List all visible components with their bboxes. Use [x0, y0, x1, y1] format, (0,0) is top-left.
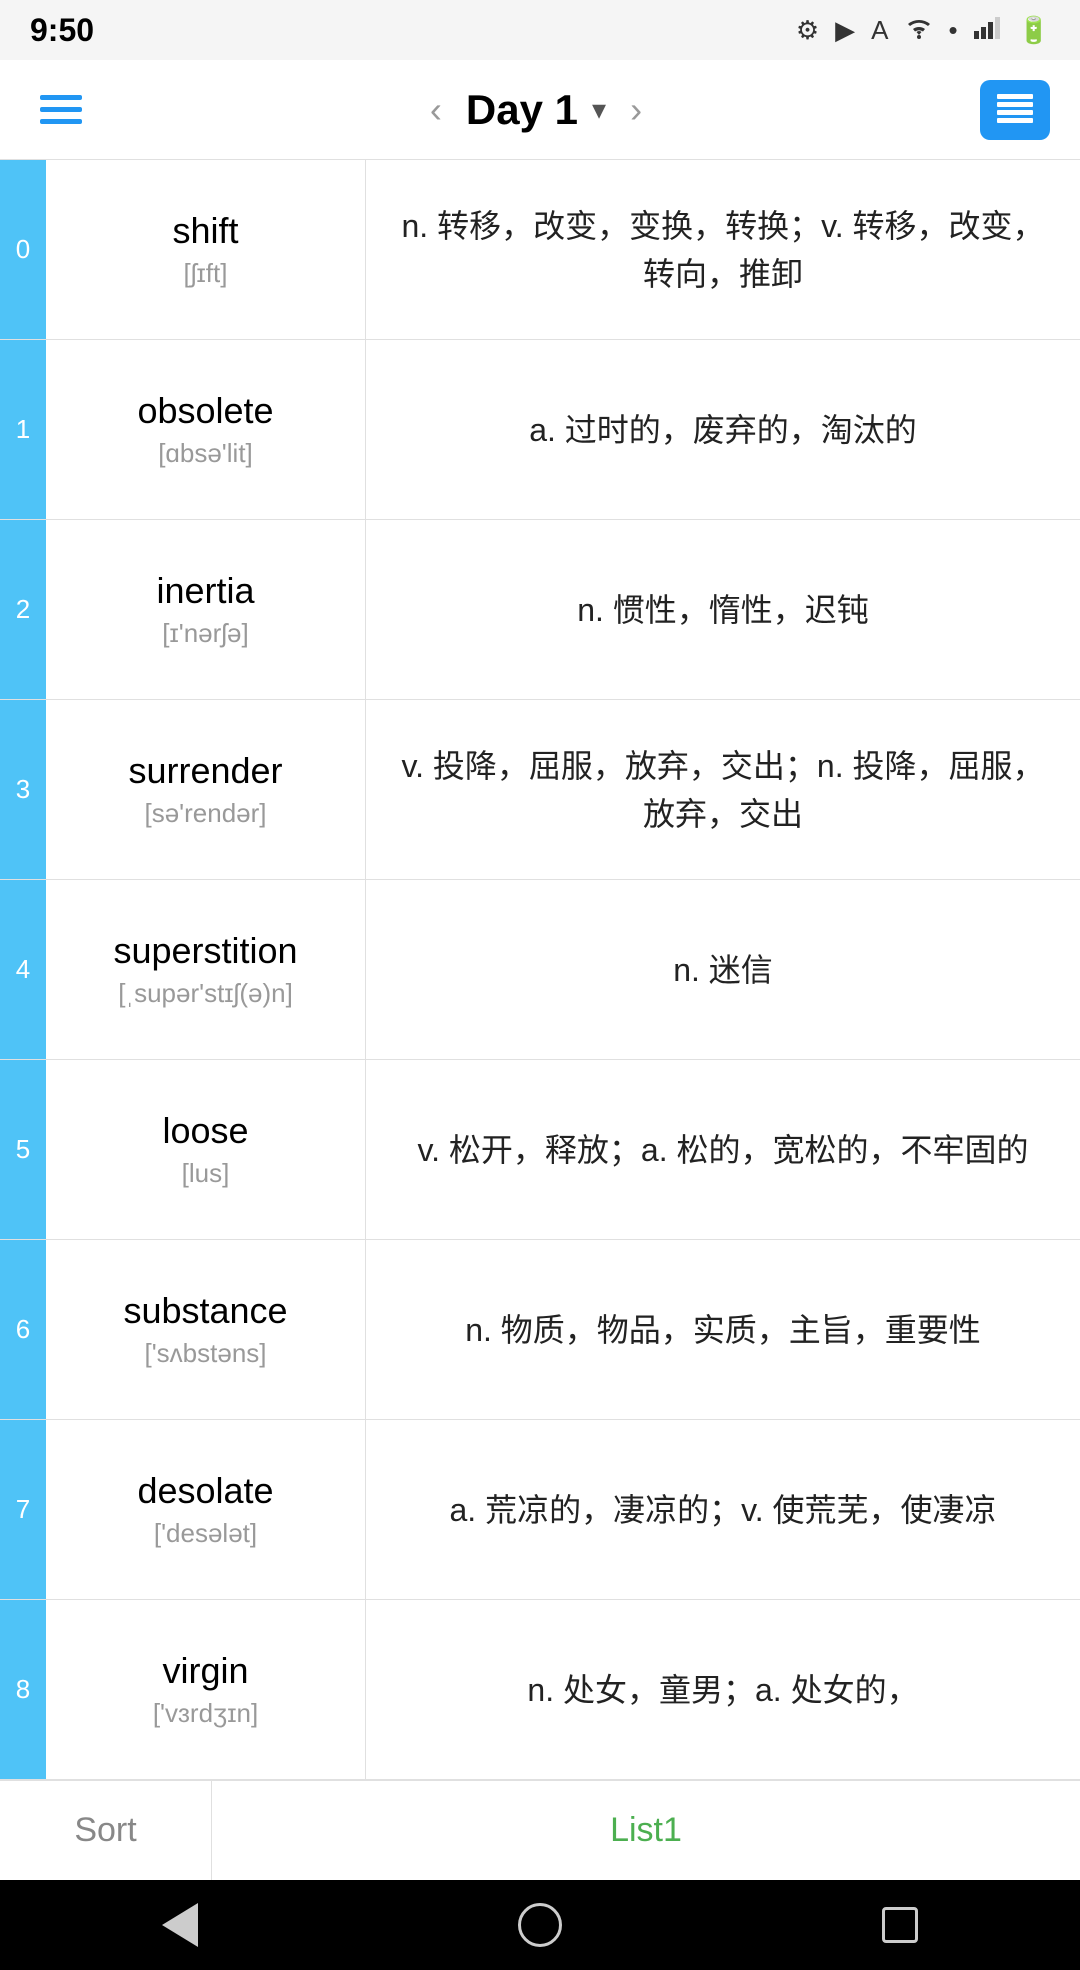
- word-index: 2: [0, 520, 46, 699]
- word-index: 8: [0, 1600, 46, 1779]
- android-nav-bar: [0, 1880, 1080, 1970]
- word-row[interactable]: 5 loose [lus] v. 松开，释放；a. 松的，宽松的，不牢固的: [0, 1060, 1080, 1240]
- word-text: inertia: [156, 570, 254, 612]
- word-col: obsolete [ɑbsə'lit]: [46, 340, 366, 519]
- word-definition: n. 迷信: [366, 880, 1080, 1059]
- word-row[interactable]: 4 superstition [ˌsupər'stɪʃ(ə)n] n. 迷信: [0, 880, 1080, 1060]
- play-icon: ▶: [835, 15, 855, 46]
- word-col: inertia [ɪ'nərʃə]: [46, 520, 366, 699]
- list1-tab-label: List1: [610, 1811, 682, 1850]
- word-row[interactable]: 7 desolate ['desələt] a. 荒凉的，凄凉的；v. 使荒芜，…: [0, 1420, 1080, 1600]
- nav-title-area: ‹ Day 1 ▾ ›: [420, 86, 652, 134]
- battery-icon: 🔋: [1018, 15, 1050, 46]
- bottom-tab-bar: Sort List1: [0, 1780, 1080, 1880]
- word-phonetic: [ɪ'nərʃə]: [162, 618, 248, 649]
- word-col: loose [lus]: [46, 1060, 366, 1239]
- word-index: 0: [0, 160, 46, 339]
- word-definition: n. 物质，物品，实质，主旨，重要性: [366, 1240, 1080, 1419]
- word-phonetic: [ˌsupər'stɪʃ(ə)n]: [118, 978, 293, 1009]
- word-index: 3: [0, 700, 46, 879]
- font-icon: A: [871, 15, 888, 46]
- word-row[interactable]: 6 substance ['sʌbstəns] n. 物质，物品，实质，主旨，重…: [0, 1240, 1080, 1420]
- android-recent-button[interactable]: [870, 1895, 930, 1955]
- word-index: 7: [0, 1420, 46, 1599]
- word-text: loose: [162, 1110, 248, 1152]
- word-definition: a. 荒凉的，凄凉的；v. 使荒芜，使凄凉: [366, 1420, 1080, 1599]
- word-col: shift [ʃɪft]: [46, 160, 366, 339]
- word-col: substance ['sʌbstəns]: [46, 1240, 366, 1419]
- status-time: 9:50: [30, 12, 94, 49]
- menu-button[interactable]: [30, 85, 92, 134]
- day-title: Day 1: [466, 86, 578, 134]
- sort-tab-label: Sort: [74, 1811, 136, 1850]
- android-back-button[interactable]: [150, 1895, 210, 1955]
- word-index: 6: [0, 1240, 46, 1419]
- status-icons: ⚙ ▶ A • 🔋: [796, 15, 1050, 46]
- word-text: superstition: [113, 930, 297, 972]
- word-phonetic: ['sʌbstəns]: [144, 1338, 266, 1369]
- word-phonetic: [ɑbsə'lit]: [158, 438, 253, 469]
- word-col: superstition [ˌsupər'stɪʃ(ə)n]: [46, 880, 366, 1059]
- word-text: virgin: [162, 1650, 248, 1692]
- nav-bar: ‹ Day 1 ▾ ›: [0, 60, 1080, 160]
- dropdown-arrow-icon[interactable]: ▾: [592, 93, 606, 126]
- word-col: virgin ['vɜrdʒɪn]: [46, 1600, 366, 1779]
- word-col: desolate ['desələt]: [46, 1420, 366, 1599]
- word-row[interactable]: 2 inertia [ɪ'nərʃə] n. 惯性，惰性，迟钝: [0, 520, 1080, 700]
- prev-button[interactable]: ‹: [420, 89, 452, 131]
- word-index: 4: [0, 880, 46, 1059]
- word-text: shift: [172, 210, 238, 252]
- word-list: 0 shift [ʃɪft] n. 转移，改变，变换，转换；v. 转移，改变，转…: [0, 160, 1080, 1780]
- list1-tab[interactable]: List1: [212, 1781, 1080, 1880]
- word-row[interactable]: 1 obsolete [ɑbsə'lit] a. 过时的，废弃的，淘汰的: [0, 340, 1080, 520]
- word-col: surrender [sə'rendər]: [46, 700, 366, 879]
- word-phonetic: [ʃɪft]: [184, 258, 228, 289]
- word-index: 5: [0, 1060, 46, 1239]
- android-home-button[interactable]: [510, 1895, 570, 1955]
- word-phonetic: ['vɜrdʒɪn]: [153, 1698, 258, 1729]
- word-definition: v. 松开，释放；a. 松的，宽松的，不牢固的: [366, 1060, 1080, 1239]
- word-row[interactable]: 8 virgin ['vɜrdʒɪn] n. 处女，童男；a. 处女的，: [0, 1600, 1080, 1780]
- sort-tab[interactable]: Sort: [0, 1781, 212, 1880]
- word-phonetic: [lus]: [182, 1158, 230, 1189]
- word-definition: n. 处女，童男；a. 处女的，: [366, 1600, 1080, 1779]
- dot-icon: •: [949, 15, 958, 46]
- word-row[interactable]: 0 shift [ʃɪft] n. 转移，改变，变换，转换；v. 转移，改变，转…: [0, 160, 1080, 340]
- gear-icon: ⚙: [796, 15, 819, 46]
- word-definition: n. 转移，改变，变换，转换；v. 转移，改变，转向，推卸: [366, 160, 1080, 339]
- word-text: desolate: [137, 1470, 273, 1512]
- word-text: obsolete: [137, 390, 273, 432]
- word-definition: a. 过时的，废弃的，淘汰的: [366, 340, 1080, 519]
- word-definition: n. 惯性，惰性，迟钝: [366, 520, 1080, 699]
- wifi-icon: [905, 15, 933, 46]
- word-phonetic: [sə'rendər]: [144, 798, 266, 829]
- word-index: 1: [0, 340, 46, 519]
- word-row[interactable]: 3 surrender [sə'rendər] v. 投降，屈服，放弃，交出；n…: [0, 700, 1080, 880]
- status-bar: 9:50 ⚙ ▶ A • 🔋: [0, 0, 1080, 60]
- word-text: surrender: [128, 750, 282, 792]
- next-button[interactable]: ›: [620, 89, 652, 131]
- signal-icon: [974, 15, 1002, 46]
- list-view-button[interactable]: [980, 80, 1050, 140]
- word-text: substance: [123, 1290, 287, 1332]
- word-phonetic: ['desələt]: [154, 1518, 257, 1549]
- word-definition: v. 投降，屈服，放弃，交出；n. 投降，屈服，放弃，交出: [366, 700, 1080, 879]
